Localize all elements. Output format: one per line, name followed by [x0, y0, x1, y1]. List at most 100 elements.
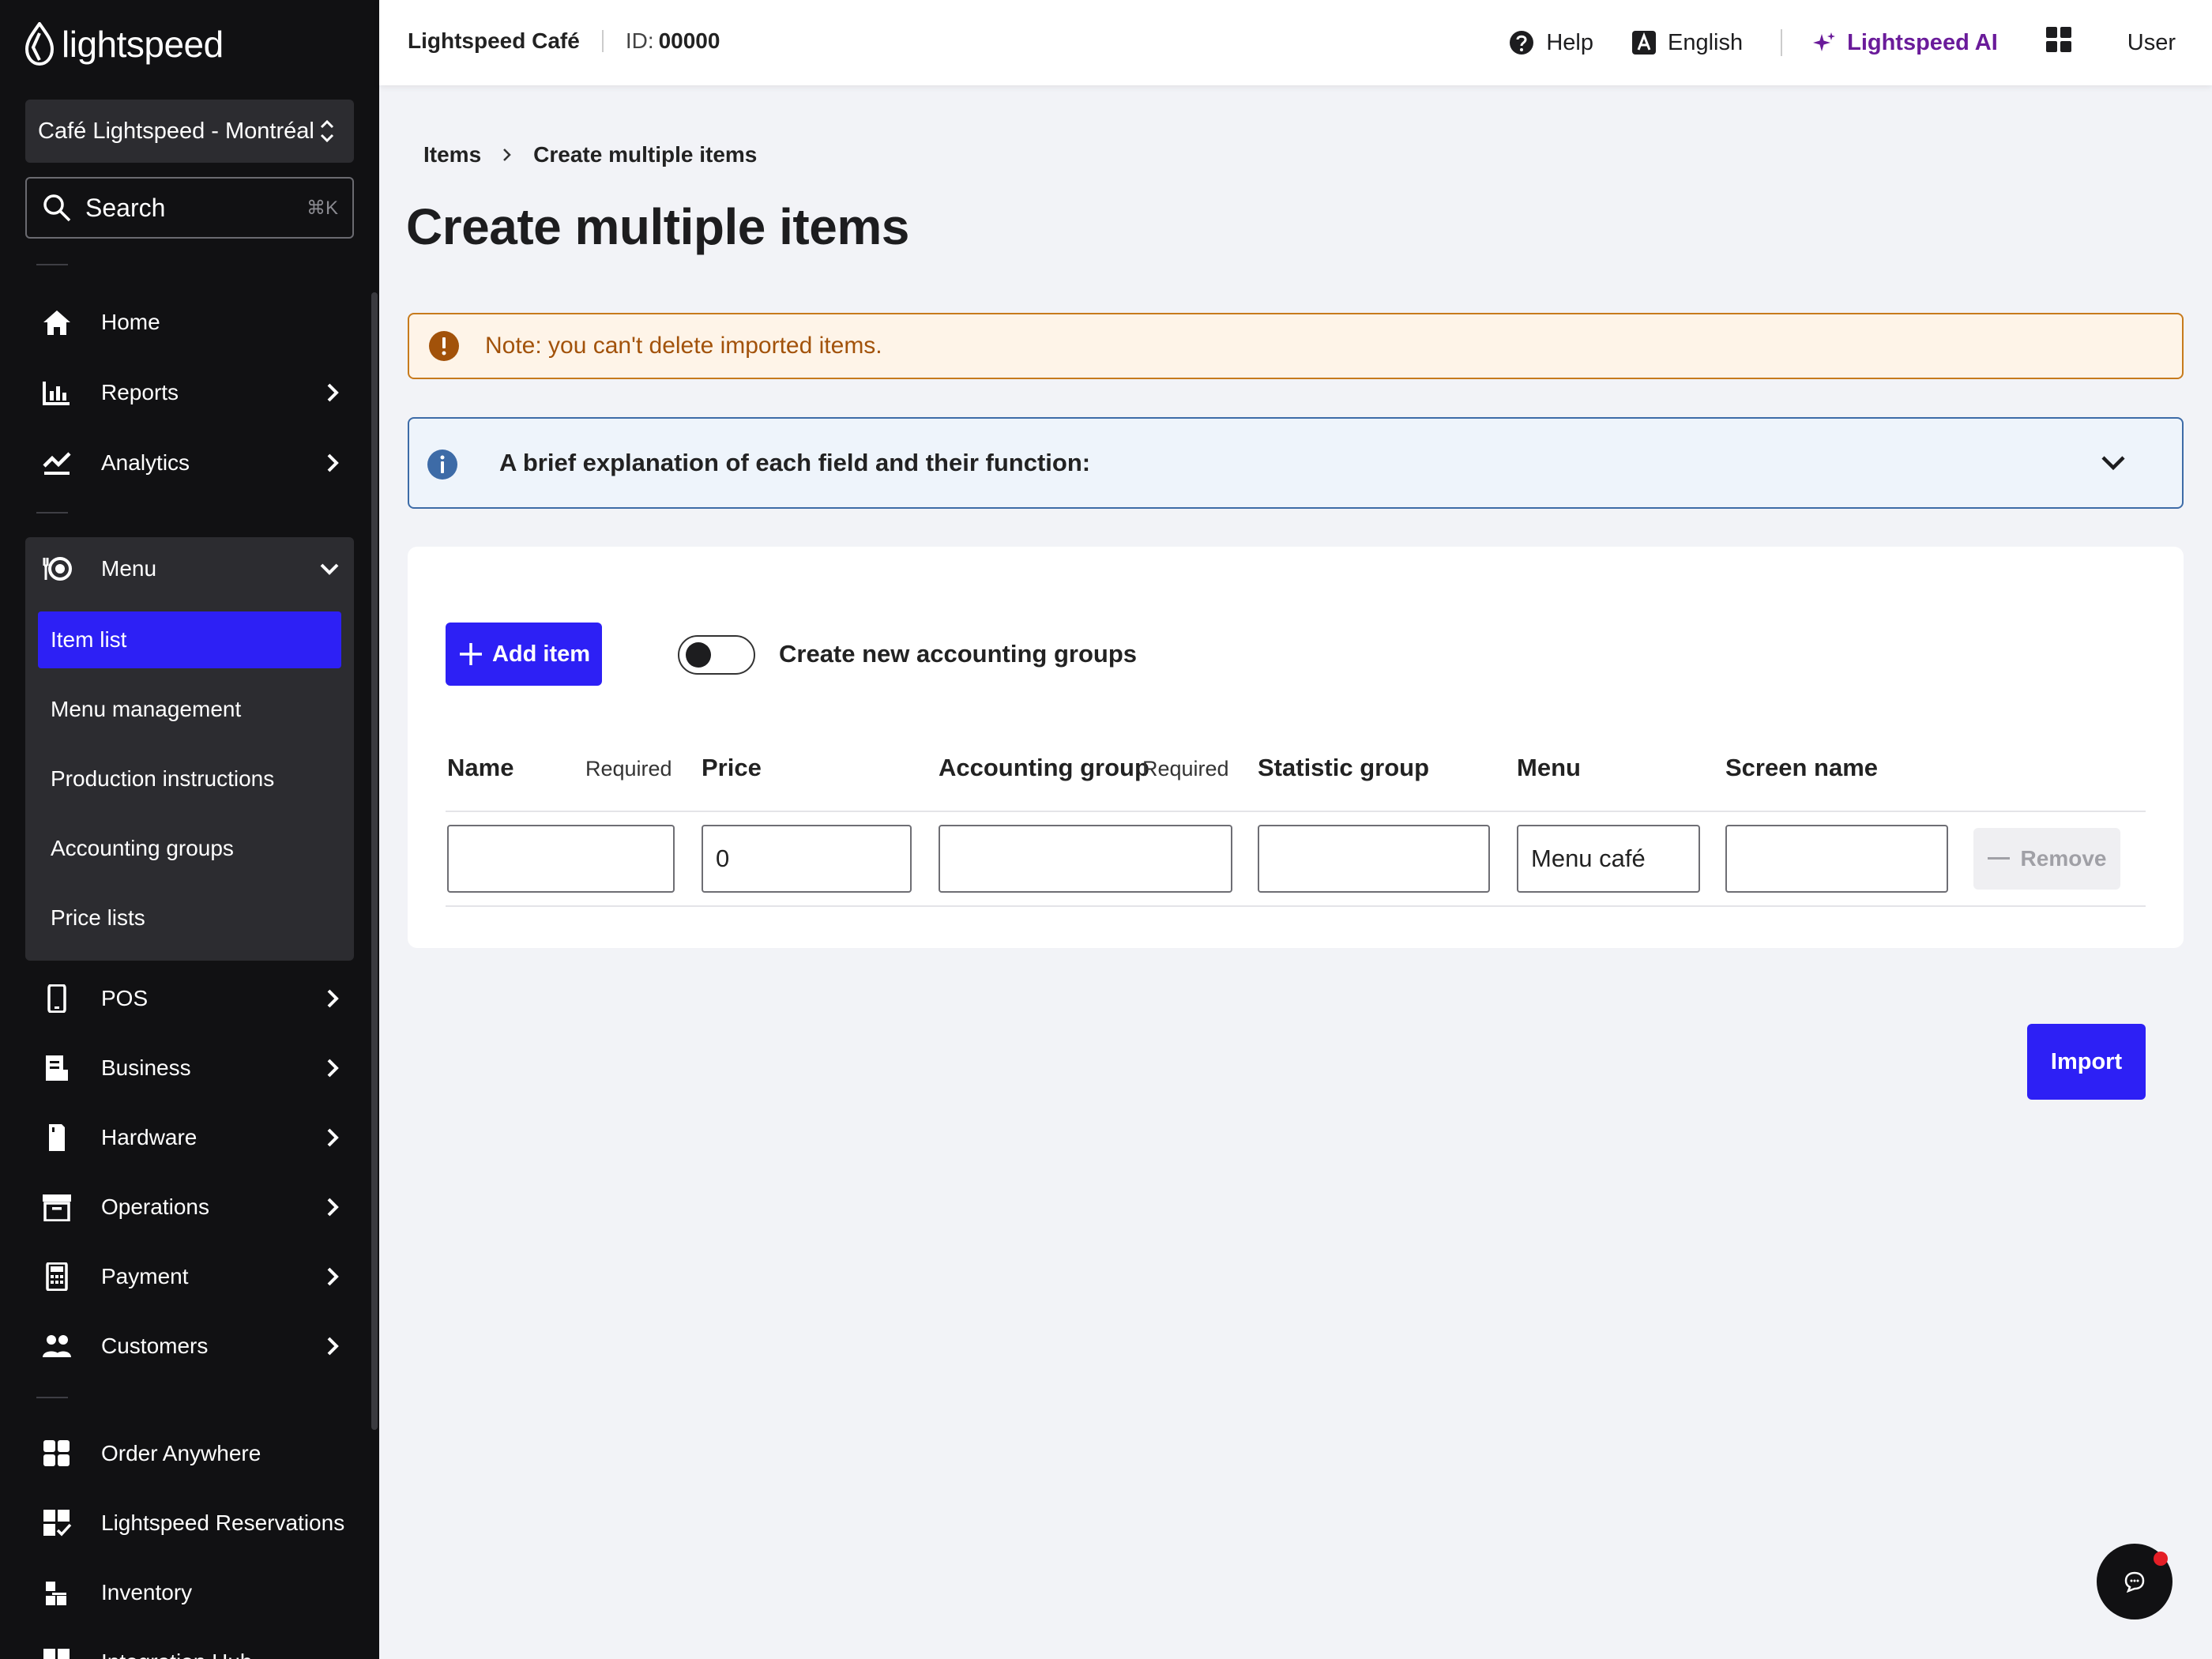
- sidebar-item-label: Order Anywhere: [101, 1441, 261, 1465]
- help-button[interactable]: Help: [1508, 29, 1593, 56]
- home-icon: [43, 310, 70, 335]
- sparkle-icon: [1813, 32, 1836, 51]
- sidebar-item-business[interactable]: Business: [25, 1036, 354, 1100]
- lightspeed-logo[interactable]: lightspeed: [24, 22, 224, 66]
- sidebar-item-hardware[interactable]: Hardware: [25, 1106, 354, 1169]
- sidebar-subitem-production-instructions[interactable]: Production instructions: [38, 750, 341, 807]
- language-button[interactable]: English: [1631, 30, 1743, 56]
- required-tag: Required: [1142, 757, 1229, 781]
- search-shortcut: ⌘K: [306, 197, 338, 219]
- sidebar-item-label: Reports: [101, 380, 179, 404]
- create-accounting-groups-toggle[interactable]: [678, 635, 755, 675]
- menu-input[interactable]: Menu café: [1517, 825, 1700, 893]
- sidebar-item-label: Payment: [101, 1264, 189, 1288]
- sidebar-item-label: Menu: [101, 556, 157, 581]
- import-button[interactable]: Import: [2027, 1024, 2146, 1100]
- chevron-down-icon[interactable]: [2100, 453, 2127, 472]
- column-header-statistic-group: Statistic group: [1258, 754, 1430, 781]
- sidebar-item-customers[interactable]: Customers: [25, 1315, 354, 1378]
- statistic-group-input[interactable]: [1258, 825, 1490, 893]
- chevron-right-icon: [503, 149, 511, 161]
- sidebar-item-pos[interactable]: POS: [25, 967, 354, 1030]
- search-bar[interactable]: Search ⌘K: [25, 177, 354, 239]
- sidebar-item-label: Analytics: [101, 450, 190, 475]
- sidebar-item-label: Customers: [101, 1334, 209, 1358]
- sidebar-scrollbar[interactable]: [371, 292, 378, 1430]
- add-item-button[interactable]: Add item: [446, 623, 602, 686]
- sidebar: lightspeed Café Lightspeed - Montréal Se…: [0, 0, 379, 1659]
- divider: [36, 512, 68, 514]
- sidebar-subitem-item-list[interactable]: Item list: [38, 611, 341, 668]
- sidebar-subitem-accounting-groups[interactable]: Accounting groups: [38, 820, 341, 877]
- help-label: Help: [1546, 29, 1593, 55]
- sidebar-item-reports[interactable]: Reports: [25, 361, 354, 424]
- column-header-screen-name: Screen name: [1725, 754, 1878, 781]
- search-label: Search: [85, 193, 166, 222]
- divider: [36, 1397, 68, 1398]
- info-icon: [427, 450, 457, 480]
- venue-id-value: 00000: [658, 28, 720, 53]
- sidebar-item-inventory[interactable]: Inventory: [25, 1561, 354, 1624]
- sidebar-item-reservations[interactable]: Lightspeed Reservations: [25, 1492, 354, 1555]
- inventory-icon: [46, 1582, 66, 1605]
- breadcrumb-items-link[interactable]: Items: [423, 142, 481, 167]
- location-selector[interactable]: Café Lightspeed - Montréal: [25, 100, 354, 163]
- warning-icon: [429, 331, 459, 361]
- sidebar-item-label: Home: [101, 310, 160, 334]
- sidebar-item-integration-hub[interactable]: Integration Hub: [25, 1631, 354, 1659]
- logo-text: lightspeed: [62, 24, 224, 65]
- apps-grid-button[interactable]: [2045, 26, 2072, 59]
- price-input[interactable]: 0: [702, 825, 912, 893]
- menu-group: Menu Item list Menu management Productio…: [25, 537, 354, 961]
- user-menu[interactable]: User: [2127, 30, 2176, 56]
- payment-icon: [46, 1262, 68, 1291]
- notification-dot: [2154, 1552, 2168, 1566]
- divider: [36, 264, 68, 265]
- lightspeed-ai-button[interactable]: Lightspeed AI: [1812, 30, 1998, 56]
- venue-name: Lightspeed Café: [408, 28, 580, 53]
- column-header-name: Name: [447, 754, 514, 781]
- chevron-right-icon: [327, 1198, 339, 1217]
- required-tag: Required: [585, 757, 672, 781]
- hardware-icon: [49, 1124, 65, 1151]
- minus-icon: [1987, 857, 2010, 860]
- customers-icon: [43, 1335, 71, 1357]
- sidebar-item-label: Inventory: [101, 1580, 193, 1604]
- sidebar-item-home[interactable]: Home: [25, 291, 354, 354]
- sidebar-subitem-menu-management[interactable]: Menu management: [38, 681, 341, 738]
- menu-icon: [43, 557, 72, 581]
- sidebar-item-operations[interactable]: Operations: [25, 1176, 354, 1239]
- accounting-group-input[interactable]: [939, 825, 1232, 893]
- remove-row-button[interactable]: Remove: [1973, 828, 2120, 890]
- sidebar-item-label: Business: [101, 1055, 191, 1080]
- sidebar-item-menu[interactable]: Menu: [25, 537, 354, 600]
- field-explanation-accordion[interactable]: A brief explanation of each field and th…: [408, 417, 2184, 509]
- lightspeed-flame-icon: [24, 22, 55, 66]
- chevron-right-icon: [327, 1337, 339, 1356]
- screen-name-input[interactable]: [1725, 825, 1948, 893]
- chat-launcher-button[interactable]: [2097, 1544, 2172, 1620]
- user-label: User: [2127, 29, 2176, 55]
- page-title: Create multiple items: [406, 198, 909, 255]
- order-anywhere-icon: [43, 1440, 70, 1466]
- sidebar-item-payment[interactable]: Payment: [25, 1245, 354, 1308]
- top-bar: Lightspeed Café ID: 00000 Help English L…: [379, 0, 2212, 85]
- sidebar-item-label: Integration Hub: [101, 1650, 252, 1659]
- reports-icon: [43, 382, 70, 405]
- sidebar-subitem-price-lists[interactable]: Price lists: [38, 890, 341, 946]
- warning-text: Note: you can't delete imported items.: [485, 333, 882, 359]
- sidebar-item-analytics[interactable]: Analytics: [25, 431, 354, 495]
- business-icon: [46, 1055, 68, 1081]
- column-header-accounting-group: Accounting group: [939, 754, 1149, 781]
- analytics-icon: [43, 452, 71, 475]
- operations-icon: [43, 1194, 71, 1221]
- sidebar-item-order-anywhere[interactable]: Order Anywhere: [25, 1422, 354, 1485]
- pos-icon: [47, 984, 66, 1013]
- toggle-knob: [686, 642, 711, 668]
- info-text: A brief explanation of each field and th…: [499, 449, 1091, 476]
- chevron-down-icon: [320, 563, 339, 575]
- toggle-label: Create new accounting groups: [779, 640, 1138, 668]
- language-label: English: [1667, 29, 1744, 55]
- name-input[interactable]: [447, 825, 675, 893]
- apps-grid-icon: [2045, 27, 2071, 52]
